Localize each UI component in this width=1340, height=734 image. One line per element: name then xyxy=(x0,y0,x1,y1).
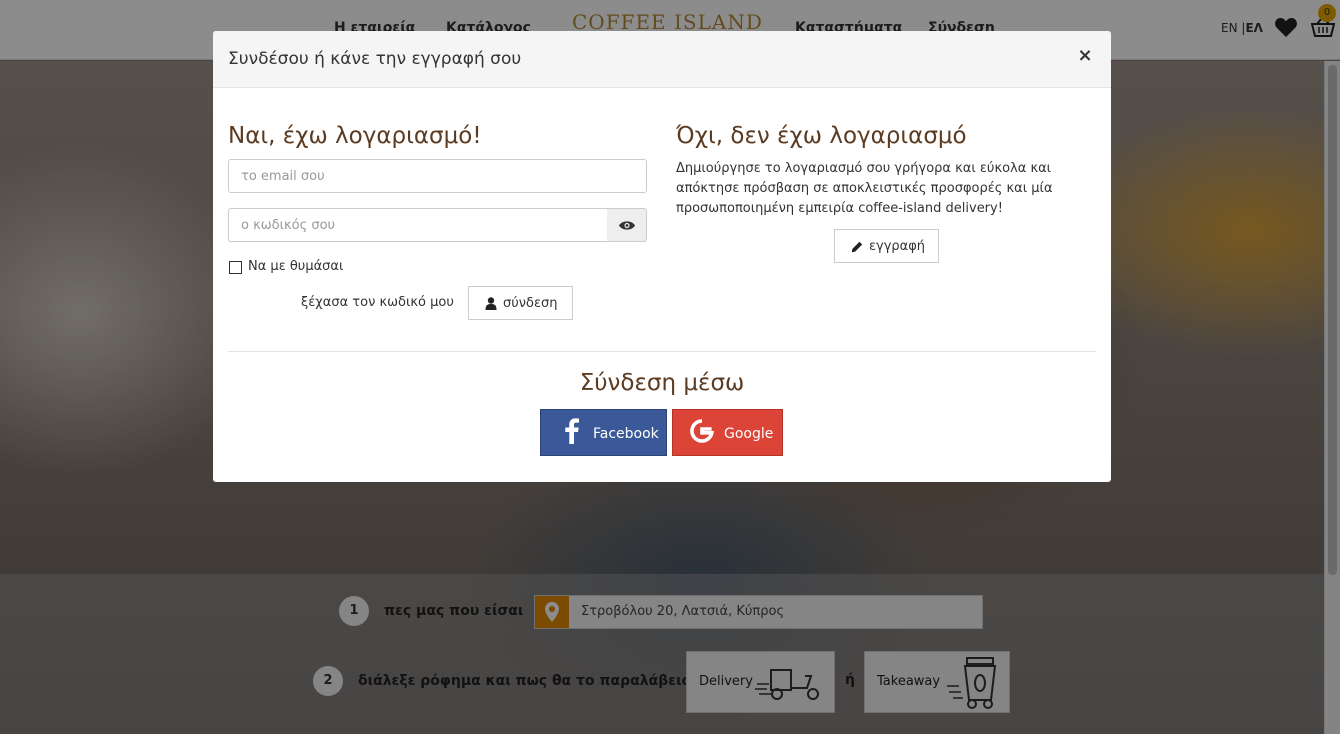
divider xyxy=(228,351,1096,352)
modal-header: Συνδέσου ή κάνε την εγγραφή σου × xyxy=(213,31,1111,88)
email-input[interactable] xyxy=(228,159,647,193)
user-icon xyxy=(485,297,497,310)
social-login-heading: Σύνδεση μέσω xyxy=(579,370,745,396)
login-modal: Συνδέσου ή κάνε την εγγραφή σου × Ναι, έ… xyxy=(213,31,1111,482)
facebook-label: Facebook xyxy=(593,426,659,442)
forgot-password-link[interactable]: ξέχασα τον κωδικό μου xyxy=(301,295,454,310)
login-button-label: σύνδεση xyxy=(503,296,558,311)
google-icon xyxy=(690,419,714,443)
facebook-icon xyxy=(565,418,579,444)
show-password-button[interactable] xyxy=(607,208,647,242)
pencil-icon xyxy=(851,241,863,252)
register-button[interactable]: εγγραφή xyxy=(834,229,939,263)
register-heading: Όχι, δεν έχω λογαριασμό xyxy=(676,123,967,149)
remember-me-label: Να με θυμάσαι xyxy=(248,259,344,274)
google-label: Google xyxy=(724,426,774,442)
password-input[interactable] xyxy=(228,208,608,242)
close-button[interactable]: × xyxy=(1076,45,1094,67)
modal-title: Συνδέσου ή κάνε την εγγραφή σου xyxy=(228,49,522,69)
google-login-button[interactable]: Google xyxy=(672,409,783,456)
register-button-label: εγγραφή xyxy=(869,239,926,254)
login-heading: Ναι, έχω λογαριασμό! xyxy=(228,123,482,149)
login-button[interactable]: σύνδεση xyxy=(468,286,573,320)
facebook-login-button[interactable]: Facebook xyxy=(540,409,667,456)
eye-icon xyxy=(619,221,635,230)
remember-me-checkbox[interactable] xyxy=(229,261,242,274)
register-description: Δημιούργησε το λογαριασμό σου γρήγορα κα… xyxy=(676,161,1053,216)
